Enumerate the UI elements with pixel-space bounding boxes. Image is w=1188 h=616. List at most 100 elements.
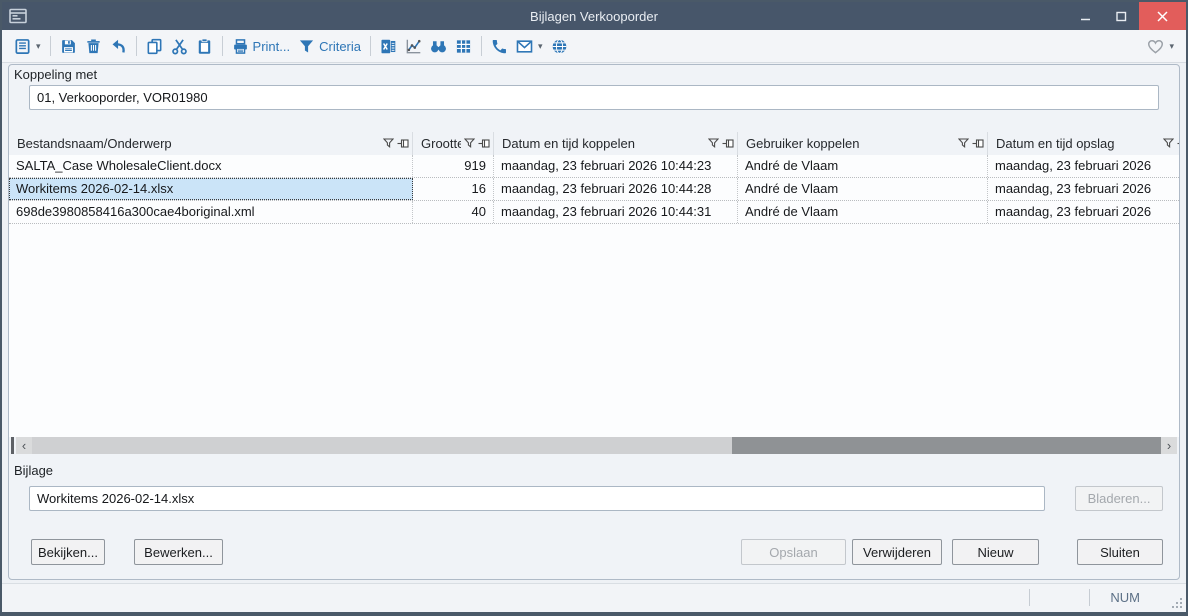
table-row[interactable]: 698de3980858416a300cae4boriginal.xml40ma… bbox=[9, 201, 1179, 224]
scrollbar-track[interactable] bbox=[32, 437, 1161, 454]
line-chart-button[interactable] bbox=[402, 36, 425, 57]
bijlage-field[interactable] bbox=[29, 486, 1045, 511]
column-header-gebruiker-koppelen[interactable]: Gebruiker koppelen bbox=[738, 132, 988, 155]
table-cell[interactable]: André de Vlaam bbox=[738, 201, 988, 223]
cut-button[interactable] bbox=[168, 36, 191, 57]
toolbar-separator bbox=[222, 36, 223, 56]
column-header-label: Datum en tijd koppelen bbox=[502, 136, 705, 151]
column-header-label: Gebruiker koppelen bbox=[746, 136, 955, 151]
pin-icon[interactable] bbox=[722, 135, 734, 153]
save-button[interactable] bbox=[57, 36, 80, 57]
scrollbar-thumb[interactable] bbox=[732, 437, 1161, 454]
table-row[interactable]: Workitems 2026-02-14.xlsx16maandag, 23 f… bbox=[9, 178, 1179, 201]
table-cell[interactable]: André de Vlaam bbox=[738, 178, 988, 200]
column-header-bestandsnaam-onderwerp[interactable]: Bestandsnaam/Onderwerp bbox=[9, 132, 413, 155]
dialog-window: Bijlagen Verkooporder ▾ Print... Criteria ▾… bbox=[0, 0, 1188, 616]
table-row[interactable]: SALTA_Case WholesaleClient.docx919maanda… bbox=[9, 155, 1179, 178]
phone-button[interactable] bbox=[488, 36, 511, 57]
column-header-icons bbox=[464, 135, 490, 153]
statusbar-separator bbox=[1029, 589, 1030, 606]
minimize-button[interactable] bbox=[1067, 2, 1103, 30]
table-cell[interactable]: maandag, 23 februari 2026 bbox=[988, 155, 1179, 177]
form-menu-icon bbox=[14, 38, 31, 55]
delete-button[interactable] bbox=[82, 36, 105, 57]
close-icon bbox=[1157, 11, 1168, 22]
toolbar-button-label: Print... bbox=[253, 39, 291, 54]
view-button[interactable]: Bekijken... bbox=[31, 539, 105, 565]
pin-icon[interactable] bbox=[1177, 135, 1179, 153]
edit-button[interactable]: Bewerken... bbox=[134, 539, 223, 565]
table-cell[interactable]: 698de3980858416a300cae4boriginal.xml bbox=[9, 201, 413, 223]
toolbar-separator bbox=[136, 36, 137, 56]
paste-button[interactable] bbox=[193, 36, 216, 57]
table-header-row: Bestandsnaam/Onderwerp Grootte Datum en ti… bbox=[9, 132, 1179, 156]
maximize-icon bbox=[1116, 11, 1127, 22]
maximize-button[interactable] bbox=[1103, 2, 1139, 30]
table-cell[interactable]: SALTA_Case WholesaleClient.docx bbox=[9, 155, 413, 177]
globe-button[interactable] bbox=[548, 36, 571, 57]
column-header-grootte[interactable]: Grootte bbox=[413, 132, 494, 155]
print-button[interactable]: Print... bbox=[229, 36, 294, 57]
table-body: SALTA_Case WholesaleClient.docx919maanda… bbox=[9, 155, 1179, 437]
filter-icon[interactable] bbox=[383, 135, 394, 153]
koppeling-label: Koppeling met bbox=[14, 67, 97, 82]
column-header-label: Grootte bbox=[421, 136, 461, 151]
filter-icon[interactable] bbox=[958, 135, 969, 153]
filter-icon[interactable] bbox=[464, 135, 475, 153]
minimize-icon bbox=[1080, 11, 1091, 22]
table-cell[interactable]: 40 bbox=[413, 201, 494, 223]
pin-icon[interactable] bbox=[478, 135, 490, 153]
column-header-datum-tijd-koppelen[interactable]: Datum en tijd koppelen bbox=[494, 132, 738, 155]
action-button-row: Bekijken... Bewerken... OpslaanVerwijdere… bbox=[9, 539, 1179, 565]
table-cell[interactable]: maandag, 23 februari 2026 bbox=[988, 178, 1179, 200]
favorite-heart-button[interactable]: ▾ bbox=[1144, 36, 1177, 57]
pin-icon[interactable] bbox=[972, 135, 984, 153]
splitter-handle[interactable] bbox=[11, 437, 14, 454]
table-cell[interactable]: 919 bbox=[413, 155, 494, 177]
app-window-icon[interactable] bbox=[2, 2, 34, 30]
column-header-icons bbox=[1163, 135, 1179, 153]
form-menu-button[interactable]: ▾ bbox=[11, 36, 44, 57]
title-bar: Bijlagen Verkooporder bbox=[2, 2, 1186, 30]
toolbar-separator bbox=[481, 36, 482, 56]
undo-icon bbox=[110, 38, 127, 55]
dropdown-caret-icon: ▾ bbox=[1169, 42, 1174, 51]
pin-icon[interactable] bbox=[397, 135, 409, 153]
scroll-right-button[interactable]: › bbox=[1161, 437, 1177, 454]
binoculars-button[interactable] bbox=[427, 36, 450, 57]
koppeling-field[interactable] bbox=[29, 85, 1159, 110]
save-record-button[interactable]: Opslaan bbox=[741, 539, 846, 565]
close-dialog-button[interactable]: Sluiten bbox=[1077, 539, 1163, 565]
close-button[interactable] bbox=[1139, 2, 1186, 30]
undo-button[interactable] bbox=[107, 36, 130, 57]
filter-icon[interactable] bbox=[1163, 135, 1174, 153]
new-record-button[interactable]: Nieuw bbox=[952, 539, 1039, 565]
table-cell[interactable]: maandag, 23 februari 2026 10:44:28 bbox=[494, 178, 738, 200]
filter-icon[interactable] bbox=[708, 135, 719, 153]
delete-record-button[interactable]: Verwijderen bbox=[852, 539, 942, 565]
window-title: Bijlagen Verkooporder bbox=[2, 9, 1186, 24]
phone-icon bbox=[491, 38, 508, 55]
email-button[interactable]: ▾ bbox=[513, 36, 546, 57]
table-cell[interactable]: 16 bbox=[413, 178, 494, 200]
column-header-datum-tijd-opslag[interactable]: Datum en tijd opslag bbox=[988, 132, 1179, 155]
browse-button[interactable]: Bladeren... bbox=[1075, 486, 1163, 511]
table-cell[interactable]: maandag, 23 februari 2026 10:44:31 bbox=[494, 201, 738, 223]
column-header-icons bbox=[708, 135, 734, 153]
table-cell[interactable]: Workitems 2026-02-14.xlsx bbox=[9, 178, 413, 200]
scroll-left-button[interactable]: ‹ bbox=[16, 437, 32, 454]
dropdown-caret-icon: ▾ bbox=[538, 42, 543, 51]
toolbar-button-label: Criteria bbox=[319, 39, 361, 54]
resize-grip[interactable] bbox=[1171, 597, 1184, 610]
copy-button[interactable] bbox=[143, 36, 166, 57]
table-grid-icon bbox=[455, 38, 472, 55]
table-cell[interactable]: André de Vlaam bbox=[738, 155, 988, 177]
column-header-label: Datum en tijd opslag bbox=[996, 136, 1160, 151]
statusbar-separator bbox=[1089, 589, 1090, 606]
table-cell[interactable]: maandag, 23 februari 2026 10:44:23 bbox=[494, 155, 738, 177]
excel-button[interactable] bbox=[377, 36, 400, 57]
criteria-filter-button[interactable]: Criteria bbox=[295, 36, 364, 57]
horizontal-scrollbar[interactable]: ‹ › bbox=[11, 437, 1177, 454]
table-grid-button[interactable] bbox=[452, 36, 475, 57]
table-cell[interactable]: maandag, 23 februari 2026 bbox=[988, 201, 1179, 223]
